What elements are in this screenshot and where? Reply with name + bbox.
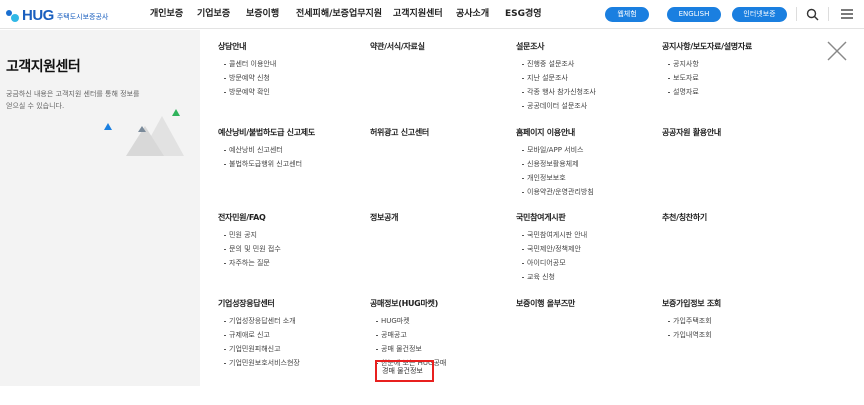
panel-title: 고객지원센터 (6, 59, 81, 75)
menu-group-title[interactable]: 약관/서식/자료실 (370, 41, 425, 52)
menu-group: 공지사항/보도자료/설명자료 공지사항 보도자료 설명자료 (662, 41, 752, 99)
menu-group-title[interactable]: 공지사항/보도자료/설명자료 (662, 41, 752, 52)
menu-link[interactable]: 방문예약 신청 (218, 71, 276, 85)
menu-group: 추천/칭찬하기 (662, 212, 707, 223)
menu-link[interactable]: 기업민원보호서비스현장 (218, 356, 300, 370)
menu-link[interactable]: 민원 공지 (218, 228, 281, 242)
menu-group: 약관/서식/자료실 (370, 41, 425, 52)
menu-link[interactable]: 국민참여게시판 안내 (516, 228, 587, 242)
menu-link[interactable]: 공공데이터 설문조사 (516, 99, 596, 113)
divider (796, 7, 797, 21)
english-button[interactable]: ENGLISH (667, 7, 721, 22)
menu-link[interactable]: HUG마켓 (370, 314, 446, 328)
gnb-item-guarantee-performance[interactable]: 보증이행 (246, 6, 279, 19)
menu-link[interactable]: 국민제안/정책제안 (516, 242, 587, 256)
menu-group: 정보공개 (370, 212, 399, 223)
menu-group: 보증이행 올부즈만 (516, 298, 575, 309)
mega-menu: 상담안내 콜센터 이용안내 방문예약 신청 방문예약 확인 약관/서식/자료실 … (200, 30, 864, 386)
gnb-item-esg[interactable]: ESG경영 (505, 6, 542, 19)
menu-group: 설문조사 진행중 설문조사 지난 설문조사 각종 행사 참가신청조사 공공데이터… (516, 41, 596, 113)
auction-item-info-link[interactable]: 경매 물건정보 (375, 360, 434, 382)
hamburger-icon[interactable] (841, 8, 853, 20)
menu-link[interactable]: 기업민원피해신고 (218, 342, 300, 356)
menu-link[interactable]: 콜센터 이용안내 (218, 57, 276, 71)
internet-guarantee-button[interactable]: 인터넷보증 (732, 7, 787, 22)
menu-link[interactable]: 진행중 설문조사 (516, 57, 596, 71)
search-icon[interactable] (806, 8, 819, 21)
menu-link[interactable]: 공매공고 (370, 328, 446, 342)
menu-link[interactable]: 공지사항 (662, 57, 752, 71)
menu-link[interactable]: 기업성장응답센터 소개 (218, 314, 300, 328)
top-navigation-bar: HUG 주택도시보증공사 개인보증 기업보증 보증이행 전세피해/보증업무지원 … (0, 0, 864, 29)
logo-mark-icon (6, 8, 20, 22)
menu-link[interactable]: 지난 설문조사 (516, 71, 596, 85)
web-experience-button[interactable]: 웹체험 (605, 7, 649, 22)
menu-group-title[interactable]: 추천/칭찬하기 (662, 212, 707, 223)
menu-link[interactable]: 방문예약 확인 (218, 85, 276, 99)
menu-link[interactable]: 가입내역조회 (662, 328, 721, 342)
menu-link[interactable]: 각종 행사 참가신청조사 (516, 85, 596, 99)
decorative-triangles-icon (104, 109, 184, 156)
menu-link[interactable]: 보도자료 (662, 71, 752, 85)
menu-link[interactable]: 문의 및 민원 접수 (218, 242, 281, 256)
gnb-item-personal-guarantee[interactable]: 개인보증 (150, 6, 183, 19)
menu-group-title[interactable]: 허위광고 신고센터 (370, 127, 429, 138)
menu-group-title[interactable]: 전자민원/FAQ (218, 212, 281, 223)
menu-group: 보증가입정보 조회 가입주택조회 가입내역조회 (662, 298, 721, 342)
menu-link[interactable]: 신용정보활용체제 (516, 157, 594, 171)
menu-group-title[interactable]: 보증이행 올부즈만 (516, 298, 575, 309)
divider (828, 7, 829, 21)
menu-group-title[interactable]: 정보공개 (370, 212, 399, 223)
menu-group: 국민참여게시판 국민참여게시판 안내 국민제안/정책제안 아이디어공모 교육 신… (516, 212, 587, 284)
menu-link[interactable]: 모바일/APP 서비스 (516, 143, 594, 157)
menu-link[interactable]: 아이디어공모 (516, 256, 587, 270)
menu-link[interactable]: 불법하도급행위 신고센터 (218, 157, 315, 171)
menu-group: 홈페이지 이용안내 모바일/APP 서비스 신용정보활용체제 개인정보보호 이용… (516, 127, 594, 199)
customer-center-panel: 고객지원센터 궁금하신 내용은 고객지원 센터를 통해 정보를 얻으실 수 있습… (0, 30, 200, 386)
menu-group-title[interactable]: 홈페이지 이용안내 (516, 127, 594, 138)
logo-subtitle: 주택도시보증공사 (56, 12, 109, 21)
gnb-item-corporate-guarantee[interactable]: 기업보증 (197, 6, 230, 19)
menu-group: 공공자원 활용안내 (662, 127, 721, 138)
menu-group: 허위광고 신고센터 (370, 127, 429, 138)
menu-link[interactable]: 설명자료 (662, 85, 752, 99)
menu-group: 예산낭비/불법하도급 신고제도 예산낭비 신고센터 불법하도급행위 신고센터 (218, 127, 315, 171)
menu-link[interactable]: 개인정보보호 (516, 171, 594, 185)
logo-text: HUG (22, 6, 54, 24)
menu-link[interactable]: 가입주택조회 (662, 314, 721, 328)
auction-item-info-label: 경매 물건정보 (382, 367, 423, 375)
menu-group: 전자민원/FAQ 민원 공지 문의 및 민원 접수 자주하는 질문 (218, 212, 281, 270)
gnb-item-about[interactable]: 공사소개 (456, 6, 489, 19)
menu-group-title[interactable]: 설문조사 (516, 41, 596, 52)
menu-group-title[interactable]: 국민참여게시판 (516, 212, 587, 223)
menu-link[interactable]: 교육 신청 (516, 270, 587, 284)
menu-group-title[interactable]: 상담안내 (218, 41, 276, 52)
menu-link[interactable]: 자주하는 질문 (218, 256, 281, 270)
menu-group-title[interactable]: 기업성장응답센터 (218, 298, 300, 309)
menu-link[interactable]: 규제애로 신고 (218, 328, 300, 342)
menu-link[interactable]: 이용약관/운영관리방침 (516, 185, 594, 199)
menu-group-title[interactable]: 공매정보(HUG마켓) (370, 298, 446, 309)
menu-group: 기업성장응답센터 기업성장응답센터 소개 규제애로 신고 기업민원피해신고 기업… (218, 298, 300, 370)
gnb-item-customer-center[interactable]: 고객지원센터 (393, 6, 443, 19)
gnb-item-jeonse-damage[interactable]: 전세피해/보증업무지원 (296, 6, 382, 19)
menu-group-title[interactable]: 보증가입정보 조회 (662, 298, 721, 309)
menu-group: 상담안내 콜센터 이용안내 방문예약 신청 방문예약 확인 (218, 41, 276, 99)
page-bottom-area (0, 386, 864, 405)
menu-group-title[interactable]: 공공자원 활용안내 (662, 127, 721, 138)
close-icon[interactable] (826, 40, 848, 62)
menu-link[interactable]: 예산낭비 신고센터 (218, 143, 315, 157)
menu-group-title[interactable]: 예산낭비/불법하도급 신고제도 (218, 127, 315, 138)
hug-logo[interactable]: HUG 주택도시보증공사 (6, 5, 108, 25)
menu-link[interactable]: 공매 물건정보 (370, 342, 446, 356)
